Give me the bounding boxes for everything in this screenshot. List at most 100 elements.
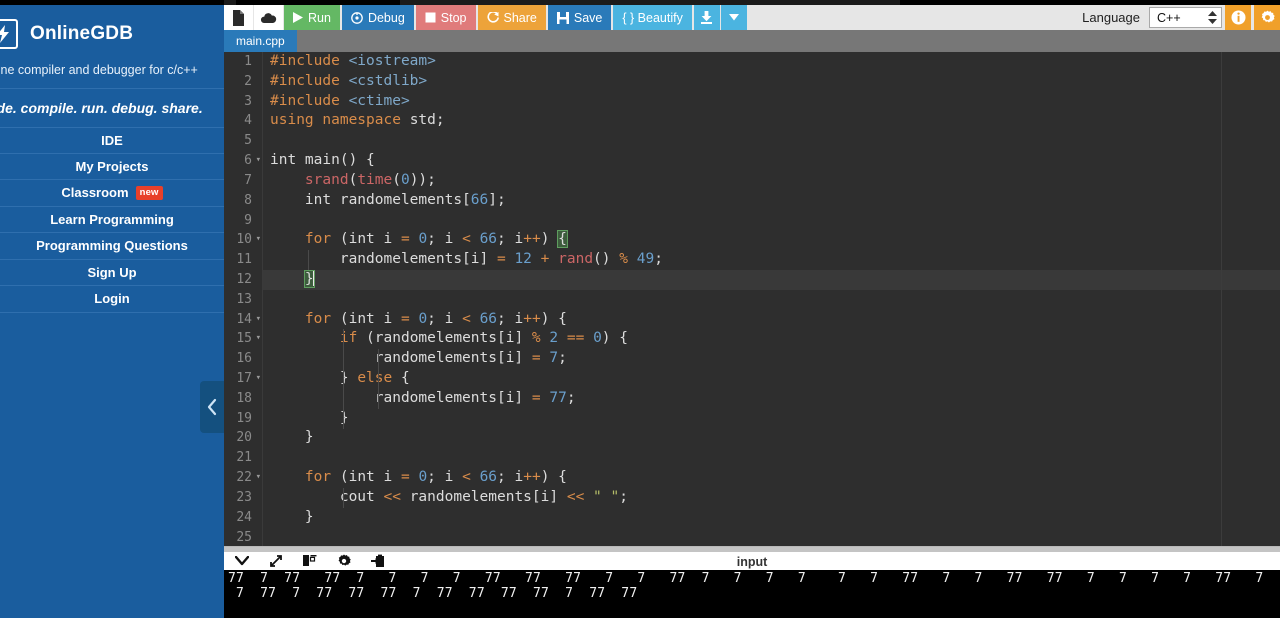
fold-toggle-icon[interactable]: ▾ — [256, 329, 261, 349]
code-editor[interactable]: 1 2 3 4 5 6 ▾ 7 8 9 10 ▾ 11 12 13 14 ▾ 15 ▾ 16 17 ▾ 18 19 20 21 22… — [224, 52, 1280, 546]
sidebar-item-login[interactable]: Login — [0, 286, 224, 313]
line-number[interactable]: 22 ▾ — [224, 468, 262, 488]
stop-button[interactable]: Stop — [415, 5, 476, 30]
console-output[interactable]: 77 7 77 77 7 7 7 7 77 77 77 7 7 77 7 7 7… — [224, 570, 1280, 618]
code-line[interactable]: #include <ctime> — [263, 92, 1280, 112]
line-number[interactable]: 12 — [224, 270, 262, 290]
sidebar-item-label: Login — [94, 291, 130, 307]
line-number[interactable]: 3 — [224, 92, 262, 112]
expand-arrows-icon[interactable] — [268, 553, 284, 569]
line-number[interactable]: 11 — [224, 250, 262, 270]
open-from-cloud-button[interactable] — [254, 5, 283, 30]
line-number[interactable]: 17 ▾ — [224, 369, 262, 389]
code-token: { — [557, 230, 568, 249]
line-number[interactable]: 24 — [224, 508, 262, 528]
code-line[interactable]: randomelements[i] = 12 + rand() % 49; — [263, 250, 1280, 270]
tab-main-cpp[interactable]: main.cpp — [224, 30, 297, 52]
line-number[interactable]: 19 — [224, 409, 262, 429]
code-line[interactable]: } else { — [263, 369, 1280, 389]
panel-resize-handle[interactable] — [224, 547, 1280, 552]
code-line[interactable]: if (randomelements[i] % 2 == 0) { — [263, 329, 1280, 349]
code-line[interactable] — [263, 528, 1280, 547]
fold-toggle-icon[interactable]: ▾ — [256, 310, 261, 330]
code-line[interactable]: for (int i = 0; i < 66; i++) { — [263, 310, 1280, 330]
line-number[interactable]: 21 — [224, 448, 262, 468]
code-line[interactable] — [263, 448, 1280, 468]
fold-toggle-icon[interactable]: ▾ — [256, 151, 261, 171]
code-line[interactable]: } — [263, 269, 1280, 290]
sidebar-item-learn-programming[interactable]: Learn Programming — [0, 207, 224, 233]
sidebar-item-sign-up[interactable]: Sign Up — [0, 260, 224, 286]
gear-icon[interactable] — [336, 553, 352, 569]
download-options-button[interactable] — [720, 5, 747, 30]
line-number[interactable]: 2 — [224, 72, 262, 92]
paste-clipboard-icon[interactable] — [370, 553, 386, 569]
line-number[interactable]: 8 — [224, 191, 262, 211]
line-number-gutter[interactable]: 1 2 3 4 5 6 ▾ 7 8 9 10 ▾ 11 12 13 14 ▾ 15 ▾ 16 17 ▾ 18 19 20 21 22… — [224, 52, 262, 546]
line-number[interactable]: 23 — [224, 488, 262, 508]
fold-toggle-icon[interactable]: ▾ — [256, 369, 261, 389]
code-line[interactable]: srand(time(0)); — [263, 171, 1280, 191]
brand-logo-block[interactable]: OnlineGDB — [0, 5, 224, 63]
code-token: for — [304, 310, 332, 327]
code-line[interactable]: #include <cstdlib> — [263, 72, 1280, 92]
download-button[interactable] — [693, 5, 720, 30]
line-number[interactable]: 14 ▾ — [224, 310, 262, 330]
language-select[interactable]: C++ — [1149, 7, 1222, 28]
code-line[interactable]: for (int i = 0; i < 66; i++) { — [263, 230, 1280, 250]
code-token: ; — [619, 488, 628, 505]
sidebar-item-programming-questions[interactable]: Programming Questions — [0, 233, 224, 260]
code-line[interactable] — [263, 211, 1280, 231]
line-number[interactable]: 10 ▾ — [224, 230, 262, 250]
line-number[interactable]: 16 — [224, 349, 262, 369]
code-line[interactable]: int randomelements[66]; — [263, 191, 1280, 211]
sidebar-collapse-handle[interactable] — [200, 381, 224, 433]
upload-cloud-icon — [260, 12, 277, 23]
line-number[interactable]: 25 — [224, 528, 262, 547]
sidebar-item-classroom[interactable]: Classroom new — [0, 180, 224, 207]
line-number[interactable]: 15 ▾ — [224, 329, 262, 349]
line-number[interactable]: 20 — [224, 428, 262, 448]
code-line[interactable] — [263, 290, 1280, 310]
info-icon — [1231, 10, 1245, 25]
line-number[interactable]: 1 — [224, 52, 262, 72]
settings-button[interactable] — [1254, 5, 1280, 30]
code-line[interactable]: randomelements[i] = 77; — [263, 389, 1280, 409]
new-file-button[interactable] — [224, 5, 253, 30]
code-line[interactable]: randomelements[i] = 7; — [263, 349, 1280, 369]
line-number[interactable]: 4 — [224, 111, 262, 131]
code-line[interactable]: int main() { — [263, 151, 1280, 171]
line-number[interactable]: 9 — [224, 211, 262, 231]
code-line[interactable]: cout << randomelements[i] << " "; — [263, 488, 1280, 508]
save-button[interactable]: Save — [547, 5, 612, 30]
fold-toggle-icon[interactable]: ▾ — [256, 230, 261, 250]
code-line[interactable]: } — [263, 409, 1280, 429]
download-icon — [701, 11, 713, 24]
sidebar-item-ide[interactable]: IDE — [0, 127, 224, 154]
code-content[interactable]: #include <iostream> #include <cstdlib> #in… — [263, 52, 1280, 546]
line-number[interactable]: 13 — [224, 290, 262, 310]
code-line[interactable]: for (int i = 0; i < 66; i++) { — [263, 468, 1280, 488]
code-line[interactable]: #include <iostream> — [263, 52, 1280, 72]
code-line[interactable]: using namespace std; — [263, 111, 1280, 131]
run-button[interactable]: Run — [284, 5, 340, 30]
line-number[interactable]: 18 — [224, 389, 262, 409]
chevron-down-icon[interactable] — [234, 553, 250, 569]
fold-toggle-icon[interactable]: ▾ — [256, 468, 261, 488]
brand-name: OnlineGDB — [30, 23, 134, 44]
debug-button[interactable]: Debug — [341, 5, 414, 30]
share-button[interactable]: Share — [477, 5, 546, 30]
beautify-button[interactable]: { } Beautify — [613, 5, 692, 30]
language-selected-value: C++ — [1157, 10, 1181, 25]
code-line[interactable]: } — [263, 508, 1280, 528]
info-button[interactable] — [1225, 5, 1251, 30]
sidebar-nav: IDE My Projects Classroom new Learn Programm… — [0, 127, 224, 313]
sidebar-item-my-projects[interactable]: My Projects — [0, 154, 224, 180]
layout-panel-icon[interactable] — [302, 553, 318, 569]
line-number[interactable]: 5 — [224, 131, 262, 151]
code-line[interactable]: } — [263, 428, 1280, 448]
line-number[interactable]: 6 ▾ — [224, 151, 262, 171]
code-line[interactable] — [263, 131, 1280, 151]
line-number[interactable]: 7 — [224, 171, 262, 191]
